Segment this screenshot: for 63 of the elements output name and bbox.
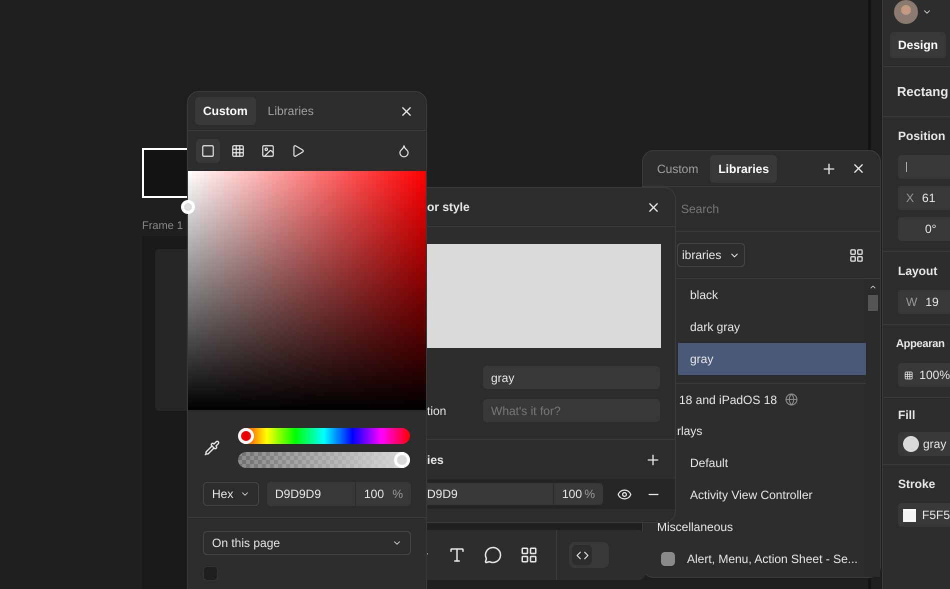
fill-field[interactable]: gray [898,432,950,456]
frame-label: Frame 1 [142,219,183,234]
hex-field[interactable]: D9D9 [427,483,553,505]
group-label: rlays [676,423,704,440]
dev-mode-toggle[interactable] [569,542,609,568]
component-item[interactable]: Alert, Menu, Action Sheet - Se... [687,550,858,568]
add-icon[interactable] [645,452,661,468]
section-title: Appearan [896,336,945,352]
scroll-thumb[interactable] [868,295,878,311]
solid-fill-icon[interactable] [196,139,220,163]
style-item[interactable]: gray [678,343,866,375]
hex-field[interactable]: D9D9D9 [267,482,355,506]
section-title: Fill [898,407,916,424]
tab[interactable]: Libraries [260,97,322,125]
stroke-field[interactable]: F5F5 [898,503,950,527]
globe-icon [785,393,798,406]
tab[interactable]: Libraries [710,154,778,182]
grid-view-icon[interactable] [849,248,864,262]
components-icon[interactable] [520,546,538,564]
layer-title: Rectang [897,82,948,101]
opacity-field[interactable]: 100 % [553,483,603,505]
component-thumbnail [661,552,675,566]
text-tool-icon[interactable] [448,546,466,564]
saturation-area[interactable] [188,171,426,410]
hue-thumb[interactable] [238,428,254,444]
library-filter-dropdown[interactable]: ibraries [677,243,746,267]
field-label: tion [427,402,448,420]
x-field[interactable]: X 61 [898,186,950,210]
opacity-slider[interactable] [238,452,410,468]
add-icon[interactable] [821,160,837,176]
style-item[interactable]: black [678,279,866,311]
format-dropdown[interactable]: Hex [203,482,259,506]
eye-icon[interactable] [617,486,632,502]
width-field[interactable]: W 19 [898,290,950,314]
group-label: Miscellaneous [656,519,734,536]
tab[interactable]: Custom [195,97,256,125]
close-icon[interactable] [851,161,866,176]
style-item[interactable]: dark gray [678,311,866,343]
component-item[interactable]: Default [678,447,866,479]
opacity-field[interactable]: 100% [898,363,950,387]
library-title: 18 and iPadOS 18 [679,392,778,408]
droplet-icon[interactable] [397,144,411,158]
tab[interactable]: Custom [649,154,706,182]
hue-slider[interactable] [238,428,410,444]
tab[interactable]: Design [890,32,946,58]
opacity-icon [904,370,914,380]
opacity-field[interactable]: 100 % [355,482,411,506]
opacity-thumb[interactable] [394,452,410,468]
comment-icon[interactable] [484,546,502,564]
code-icon [576,548,588,562]
scope-dropdown[interactable]: On this page [203,531,411,555]
name-field[interactable]: gray [483,366,660,389]
rotation-field[interactable]: 0° [898,217,950,241]
eyedropper-icon[interactable] [204,440,220,456]
section-title: Stroke [898,476,936,493]
component-item[interactable]: Activity View Controller [678,479,866,511]
section-title: Position [898,128,946,145]
section-title: Layout [898,263,938,280]
scroll-up-icon[interactable] [869,283,877,291]
panel-title: or style [427,199,470,216]
avatar[interactable] [894,0,918,24]
section-title: ies [427,452,444,468]
color-handle[interactable] [181,200,195,214]
